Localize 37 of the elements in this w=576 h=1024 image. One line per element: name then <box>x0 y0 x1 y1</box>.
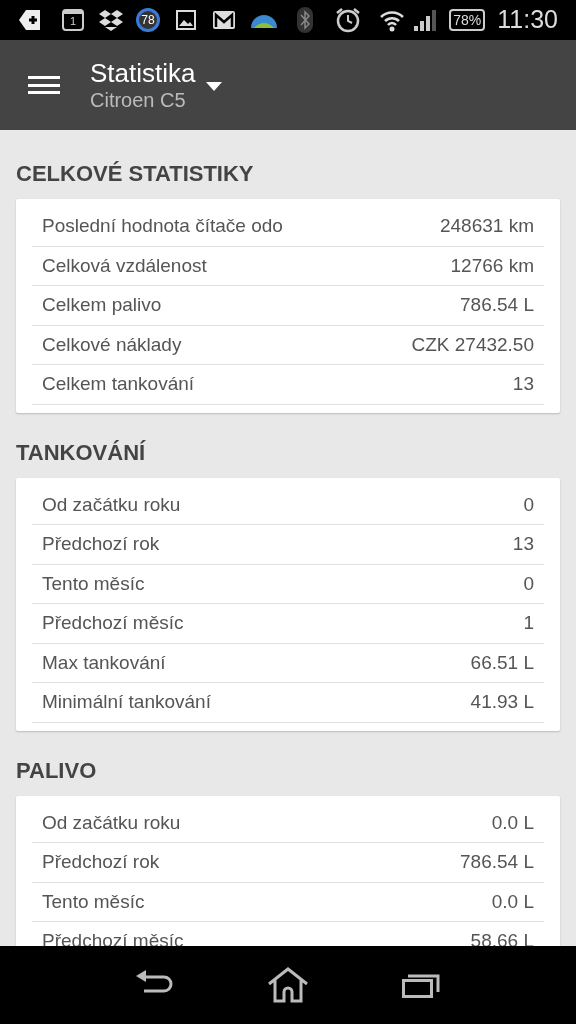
stat-label: Poslední hodnota čítače odo <box>42 214 283 238</box>
stat-label: Předchozí rok <box>42 532 160 556</box>
stat-value: 41.93 L <box>470 690 534 714</box>
stat-value: 786.54 L <box>460 293 534 317</box>
battery-indicator: 78% <box>449 9 486 31</box>
stat-value: 13 <box>512 372 534 396</box>
stat-value: 786.54 L <box>460 850 534 874</box>
stat-value: 66.51 L <box>470 650 534 675</box>
progress-badge: 78 <box>136 8 160 32</box>
stat-label: Od začátku roku <box>42 810 181 835</box>
stat-value: 0 <box>523 492 534 517</box>
calendar-icon: 1 <box>62 9 84 31</box>
stat-label: Celková vzdálenost <box>42 253 207 278</box>
stat-value: 0.0 L <box>491 889 534 914</box>
stat-value: CZK 27432.50 <box>411 332 534 357</box>
stat-label: Max tankování <box>42 650 166 675</box>
stat-label: Celkem tankování <box>42 372 195 396</box>
stat-value: 248631 km <box>440 214 534 238</box>
stat-label: Předchozí měsíc <box>42 611 184 635</box>
stat-label: Minimální tankování <box>42 690 211 714</box>
stat-value: 0 <box>523 571 534 596</box>
stat-label: Tento měsíc <box>42 889 145 914</box>
stat-label: Od začátku roku <box>42 492 181 517</box>
stat-value: 13 <box>512 532 534 556</box>
section-heading: CELKOVÉ STATISTIKY <box>16 160 255 188</box>
section-heading: TANKOVÁNÍ <box>16 438 147 467</box>
stat-value: 12766 km <box>450 253 534 278</box>
stat-label: Celkové náklady <box>42 332 182 357</box>
stat-label: Celkem palivo <box>42 293 162 317</box>
stat-value: 0.0 L <box>491 810 534 835</box>
clock-time: 11:30 <box>497 4 558 36</box>
section-heading: PALIVO <box>16 756 98 785</box>
vehicle-subtitle: Citroen C5 <box>90 88 187 112</box>
stat-value: 1 <box>523 611 534 635</box>
stat-label: Tento měsíc <box>42 571 145 596</box>
screen-title: Statistika <box>90 58 196 88</box>
stat-label: Předchozí rok <box>42 850 160 874</box>
